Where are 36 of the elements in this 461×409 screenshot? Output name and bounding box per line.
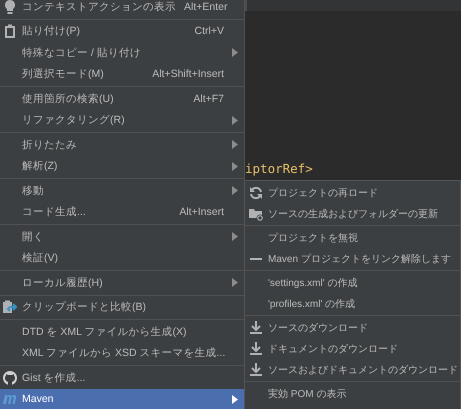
menu-item[interactable]: 貼り付け(P) Ctrl+V [0,20,244,42]
lightbulb-icon [2,0,18,15]
clipboard-compare-icon [2,299,18,316]
menu-item[interactable]: Maven プロジェクトをリンク解除します [245,248,460,269]
code-text: iptorRef> [245,161,313,177]
menu-item[interactable]: ソースのダウンロード [245,317,460,338]
menu-item[interactable]: XML ファイルから XSD スキーマを生成... [0,342,244,364]
download-icon [248,362,264,378]
menu-item[interactable]: 開く [0,226,244,248]
menu-item[interactable]: プロジェクトの再ロード [245,182,460,203]
menu-item[interactable]: ローカル履歴(H) [0,272,244,294]
menu-item[interactable]: 折りたたみ [0,134,244,156]
menu-item[interactable]: 使用箇所の検索(U) Alt+F7 [0,88,244,110]
menu-item[interactable]: ドキュメントのダウンロード [245,338,460,359]
menu-item[interactable]: DTD を XML ファイルから生成(X) [0,321,244,342]
menu-item[interactable]: コード生成... Alt+Insert [0,202,244,223]
menu-item[interactable]: 検証(V) [0,248,244,269]
menu-item[interactable]: 実効 POM の表示 [245,383,460,404]
menu-item[interactable]: リファクタリング(R) [0,110,244,131]
menu-item[interactable]: ソースおよびドキュメントのダウンロード [245,359,460,380]
menu-item[interactable]: クリップボードと比較(B) [0,296,244,318]
menu-item[interactable]: Maven [0,388,244,409]
menu-item[interactable]: 移動 [0,180,244,202]
menu-item[interactable]: Gist を作成... [0,367,244,388]
download-icon [248,340,264,356]
menu-item[interactable]: 'settings.xml' の作成 [245,272,460,293]
minus-icon [250,258,262,260]
menu-item[interactable]: コンテキストアクションの表示 Alt+Enter [0,0,244,18]
refresh-icon [248,184,264,200]
menu-item[interactable]: プロジェクトを無視 [245,227,460,248]
download-icon [248,320,264,336]
menu-item[interactable]: 'profiles.xml' の作成 [245,293,460,314]
menu-item[interactable]: 特殊なコピー / 貼り付け [0,42,244,64]
menu-item[interactable]: 解析(Z) [0,156,244,177]
menu-item[interactable]: ソースの生成およびフォルダーの更新 [245,203,460,224]
menu-item[interactable]: 列選択モード(M) Alt+Shift+Insert [0,64,244,85]
